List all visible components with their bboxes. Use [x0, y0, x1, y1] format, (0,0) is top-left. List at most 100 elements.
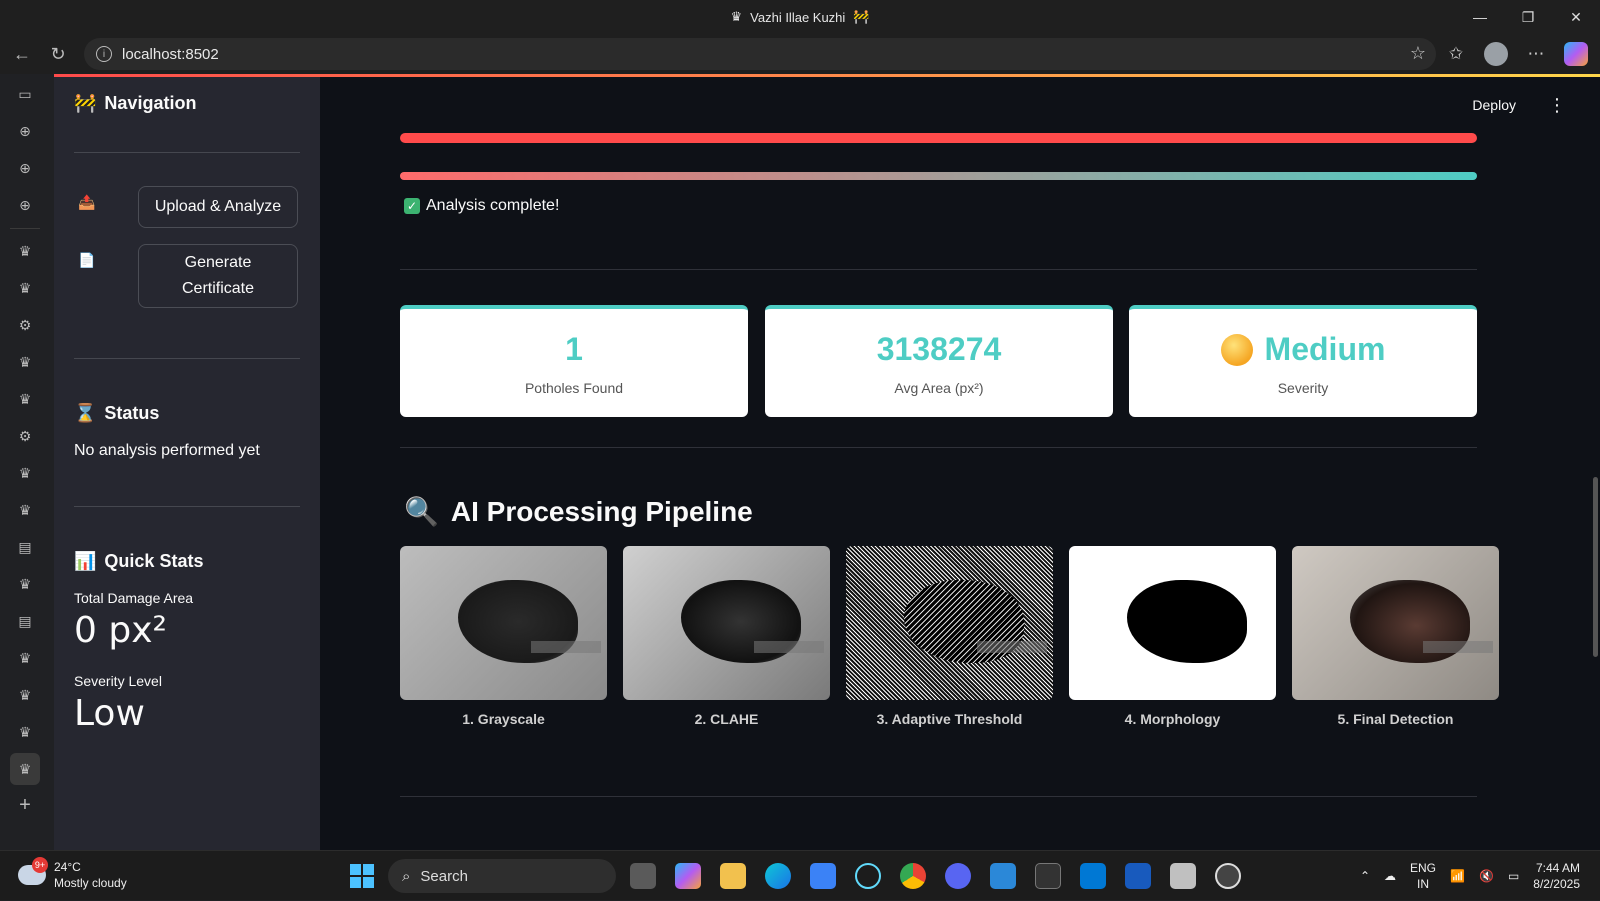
terminal-icon[interactable] — [1035, 863, 1061, 889]
crown-tab-icon[interactable]: ♛ — [10, 233, 40, 270]
more-menu-icon[interactable]: ⋯ — [1518, 36, 1554, 72]
status-text: No analysis performed yet — [74, 442, 260, 459]
site-info-icon[interactable]: i — [96, 46, 112, 62]
avg-area-value: 3138274 — [876, 331, 1002, 367]
total-damage-label: Total Damage Area — [74, 590, 194, 606]
crown-tab-icon[interactable]: ♛ — [10, 344, 40, 381]
snipping-tool-icon[interactable] — [1170, 863, 1196, 889]
minimize-button[interactable]: — — [1456, 0, 1504, 34]
generate-certificate-button[interactable]: Generate Certificate — [138, 244, 298, 308]
speaker-muted-icon[interactable]: 🔇 — [1479, 869, 1494, 883]
close-button[interactable]: ✕ — [1552, 0, 1600, 34]
step-caption: 1. Grayscale — [462, 711, 545, 727]
media-player-icon[interactable] — [1215, 863, 1241, 889]
main-content: Deploy ⋮ ✓ Analysis complete! 1 Potholes… — [320, 77, 1600, 850]
upload-analyze-button[interactable]: Upload & Analyze — [138, 186, 298, 228]
quick-stats-heading: 📊 Quick Stats — [74, 551, 204, 571]
document-tab-icon[interactable]: ▤ — [10, 603, 40, 640]
step-caption: 3. Adaptive Threshold — [876, 711, 1023, 727]
task-view-icon[interactable] — [630, 863, 656, 889]
metric-card-avg-area: 3138274 Avg Area (px²) — [765, 305, 1113, 417]
outbox-icon: 📤 — [78, 194, 96, 210]
taskbar-search[interactable]: ⌕ Search — [388, 859, 616, 893]
crown-tab-icon[interactable]: ♛ — [10, 270, 40, 307]
search-icon: ⌕ — [402, 867, 411, 885]
temperature: 24°C — [54, 860, 81, 874]
crown-tab-icon[interactable]: ♛ — [10, 714, 40, 751]
microsoft-store-icon[interactable] — [810, 863, 836, 889]
wifi-icon[interactable]: 📶 — [1450, 869, 1465, 883]
vscode-icon[interactable] — [1080, 863, 1106, 889]
onedrive-icon[interactable]: ☁ — [1384, 869, 1396, 883]
url-text: localhost:8502 — [122, 45, 219, 63]
edge-browser-icon[interactable] — [765, 863, 791, 889]
metric-card-severity: Medium Severity — [1129, 305, 1477, 417]
language-indicator[interactable]: ENG IN — [1410, 860, 1436, 892]
construction-icon: 🚧 — [74, 93, 97, 113]
yellow-circle-icon — [1220, 333, 1253, 366]
windows-taskbar: 9+ 24°C Mostly cloudy ⌕ Search ⌃ ☁ ENG I… — [0, 850, 1600, 900]
file-explorer-icon[interactable] — [720, 863, 746, 889]
crown-tab-icon[interactable]: ♛ — [10, 566, 40, 603]
globe-tab-icon[interactable]: ⊕ — [10, 150, 40, 187]
crown-icon: ♛ — [730, 9, 743, 24]
copilot-icon[interactable] — [1558, 36, 1594, 72]
weather-widget[interactable]: 9+ 24°C Mostly cloudy — [18, 857, 127, 891]
favorites-icon[interactable]: ✩ — [1438, 36, 1474, 72]
window-titlebar: ♛ Vazhi Illae Kuzhi 🚧 — ❐ ✕ — [0, 0, 1600, 34]
reload-icon[interactable]: ↻ — [40, 36, 76, 72]
navigation-heading: 🚧 Navigation — [74, 93, 197, 113]
total-damage-value: 0 px² — [74, 610, 167, 651]
globe-tab-icon[interactable]: ⊕ — [10, 187, 40, 224]
step-caption: 2. CLAHE — [694, 711, 759, 727]
address-bar[interactable]: i localhost:8502 ☆ — [84, 38, 1436, 70]
clahe-image — [623, 546, 830, 700]
divider — [74, 358, 300, 359]
crown-tab-icon[interactable]: ♛ — [10, 492, 40, 529]
react-app-icon[interactable] — [855, 863, 881, 889]
loading-tab-icon[interactable]: ⚙ — [10, 418, 40, 455]
deploy-button[interactable]: Deploy — [1472, 97, 1516, 113]
magnifier-icon: 🔍 — [404, 496, 439, 527]
restore-button[interactable]: ❐ — [1504, 0, 1552, 34]
analysis-complete-message: ✓ Analysis complete! — [404, 197, 559, 215]
crown-tab-icon[interactable]: ♛ — [10, 381, 40, 418]
chrome-icon[interactable] — [900, 863, 926, 889]
crown-tab-icon[interactable]: ♛ — [10, 677, 40, 714]
status-heading: ⌛ Status — [74, 403, 160, 423]
crown-tab-icon[interactable]: ♛ — [10, 640, 40, 677]
profile-icon[interactable] — [1478, 36, 1514, 72]
divider — [400, 796, 1477, 797]
chevron-up-icon[interactable]: ⌃ — [1360, 869, 1370, 883]
divider — [74, 152, 300, 153]
copilot-app-icon[interactable] — [675, 863, 701, 889]
crown-tab-icon[interactable]: ♛ — [10, 753, 40, 785]
back-icon[interactable]: ← — [4, 36, 40, 72]
discord-icon[interactable] — [945, 863, 971, 889]
window-title: Vazhi Illae Kuzhi — [750, 9, 846, 25]
divider — [400, 269, 1477, 270]
main-scrollbar[interactable] — [1593, 477, 1598, 657]
new-tab-icon[interactable]: + — [10, 787, 40, 824]
crown-tab-icon[interactable]: ♛ — [10, 455, 40, 492]
morphology-image — [1069, 546, 1276, 700]
grayscale-image — [400, 546, 607, 700]
word-icon[interactable] — [1125, 863, 1151, 889]
tab-actions-icon[interactable]: ▭ — [10, 76, 40, 113]
notepad-icon[interactable] — [990, 863, 1016, 889]
clock[interactable]: 7:44 AM 8/2/2025 — [1533, 860, 1580, 892]
main-menu-icon[interactable]: ⋮ — [1548, 95, 1566, 116]
streamlit-app: 🚧 Navigation 📤 Upload & Analyze 📄 Genera… — [54, 74, 1600, 850]
weather-description: Mostly cloudy — [54, 876, 127, 890]
progress-bar-red — [400, 133, 1477, 143]
globe-tab-icon[interactable]: ⊕ — [10, 113, 40, 150]
document-icon: 📄 — [78, 252, 96, 268]
document-tab-icon[interactable]: ▤ — [10, 529, 40, 566]
divider — [74, 506, 300, 507]
loading-tab-icon[interactable]: ⚙ — [10, 307, 40, 344]
battery-icon[interactable]: ▭ — [1508, 869, 1519, 883]
severity-level-label: Severity Level — [74, 673, 162, 689]
windows-start-icon[interactable] — [350, 864, 374, 888]
notification-badge: 9+ — [32, 857, 48, 873]
favorite-star-icon[interactable]: ☆ — [1410, 43, 1426, 64]
